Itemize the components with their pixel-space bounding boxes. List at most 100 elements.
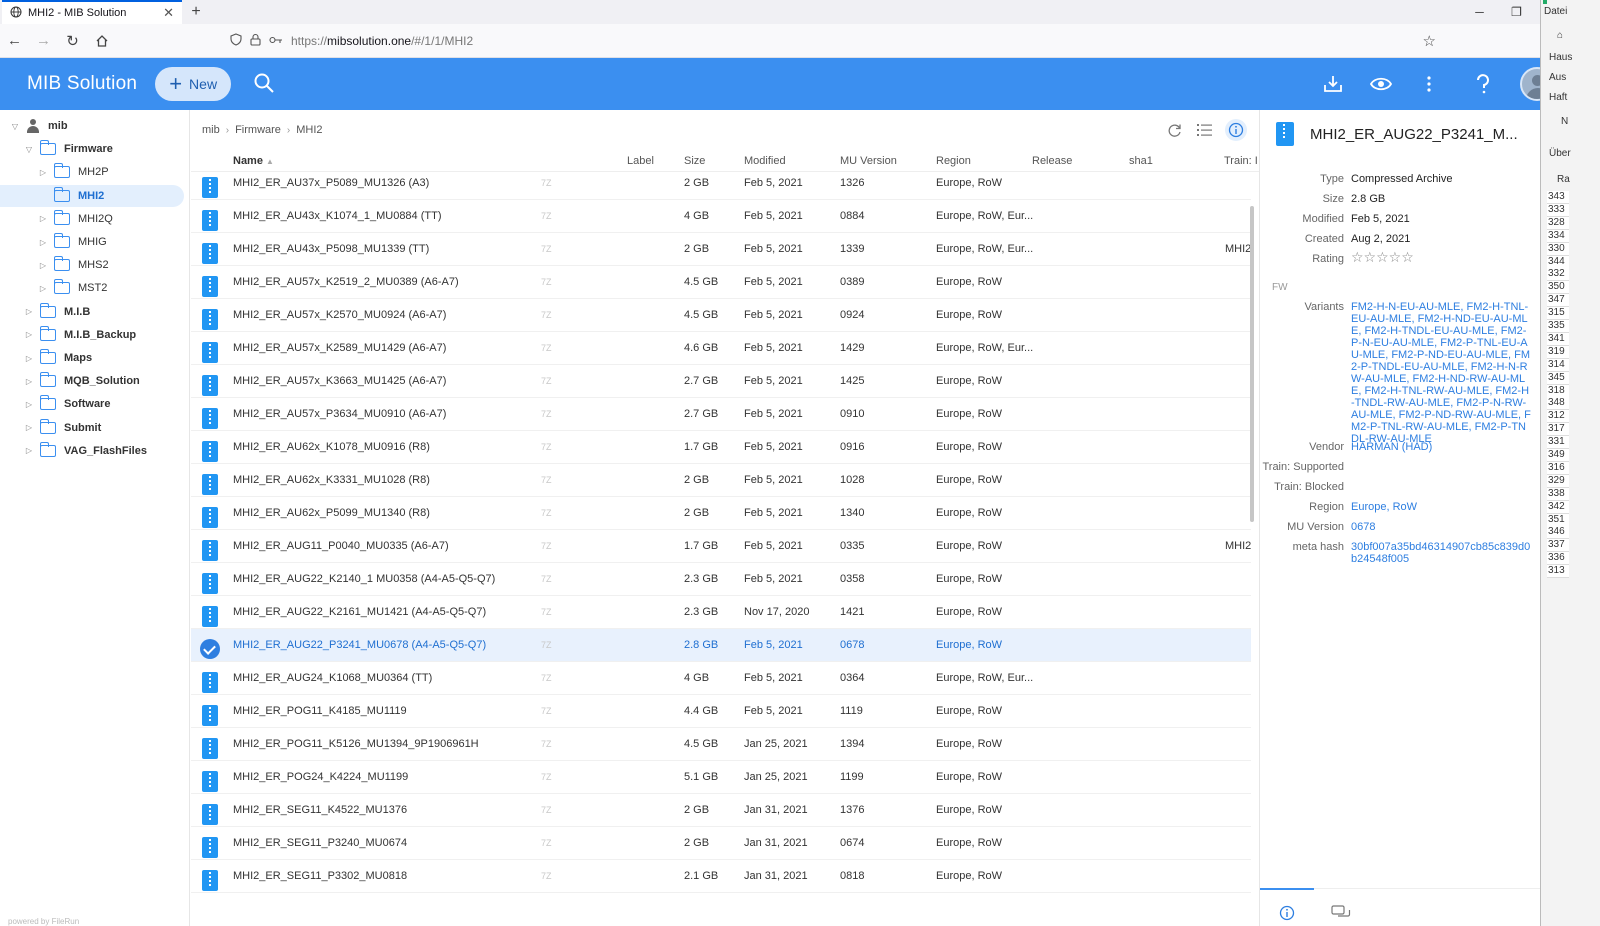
archive-file-icon[interactable] (202, 573, 218, 594)
tree-item[interactable]: ▷ M.I.B_Backup (0, 324, 184, 346)
tree-item[interactable]: ▷ MHS2 (0, 254, 184, 276)
column-modified[interactable]: Modified (744, 155, 786, 167)
tree-item[interactable]: ▷ MST2 (0, 277, 184, 299)
archive-file-icon[interactable] (202, 771, 218, 792)
expanded-arrow-icon[interactable]: ▽ (10, 122, 20, 131)
column-sha1[interactable]: sha1 (1129, 155, 1153, 167)
archive-file-icon[interactable] (202, 276, 218, 297)
column-release[interactable]: Release (1032, 155, 1072, 167)
column-name[interactable]: Name ▲ (233, 155, 274, 167)
archive-file-icon[interactable] (202, 837, 218, 858)
table-row[interactable]: MHI2_ER_AU43x_K1074_1_MU0884 (TT) 7Z 4 GB F… (191, 200, 1251, 233)
tree-item[interactable]: ▷ MH2P (0, 161, 184, 183)
archive-file-icon[interactable] (202, 408, 218, 429)
breadcrumb-item[interactable]: mib (202, 124, 220, 136)
collapsed-arrow-icon[interactable]: ▷ (24, 377, 34, 386)
eye-icon[interactable] (1370, 73, 1392, 95)
archive-file-icon[interactable] (202, 672, 218, 693)
archive-file-icon[interactable] (202, 342, 218, 363)
collapsed-arrow-icon[interactable]: ▷ (24, 330, 34, 339)
home-icon[interactable] (87, 27, 116, 55)
tree-item[interactable]: MHI2 (0, 184, 184, 207)
download-icon[interactable] (1322, 73, 1344, 95)
table-row[interactable]: MHI2_ER_POG11_K4185_MU1119 7Z 4.4 GB Feb 5,… (191, 695, 1251, 728)
table-row[interactable]: MHI2_ER_AU62x_K1078_MU0916 (R8) 7Z 1.7 GB F… (191, 431, 1251, 464)
column-mu-version[interactable]: MU Version (840, 155, 897, 167)
table-row[interactable]: MHI2_ER_POG11_K5126_MU1394_9P1906961H 7Z 4… (191, 728, 1251, 761)
address-bar[interactable]: https://mibsolution.one/#/1/1/MHI2 ☆ (226, 28, 1442, 54)
archive-file-icon[interactable] (202, 441, 218, 462)
archive-file-icon[interactable] (202, 870, 218, 891)
forward-icon[interactable]: → (29, 27, 58, 55)
collapsed-arrow-icon[interactable]: ▷ (38, 238, 48, 247)
table-row[interactable]: MHI2_ER_AU43x_P5098_MU1339 (TT) 7Z 2 GB Feb… (191, 233, 1251, 266)
archive-file-icon[interactable] (202, 474, 218, 495)
column-size[interactable]: Size (684, 155, 705, 167)
archive-file-icon[interactable] (202, 507, 218, 528)
collapsed-arrow-icon[interactable]: ▷ (24, 423, 34, 432)
tree-item[interactable]: ▷ Submit (0, 417, 184, 439)
collapsed-arrow-icon[interactable]: ▷ (38, 214, 48, 223)
collapsed-arrow-icon[interactable]: ▷ (24, 354, 34, 363)
detail-prop-value[interactable]: Europe, RoW (1351, 501, 1531, 513)
table-row[interactable]: MHI2_ER_AU62x_K3331_MU1028 (R8) 7Z 2 GB Feb… (191, 464, 1251, 497)
bookmark-star-icon[interactable]: ☆ (1423, 32, 1436, 50)
tree-item[interactable]: ▷ M.I.B (0, 301, 184, 323)
tree-item[interactable]: ▽ Firmware (0, 138, 184, 160)
table-row[interactable]: MHI2_ER_AU57x_K2519_2_MU0389 (A6-A7) 7Z 4.… (191, 266, 1251, 299)
tree-item[interactable]: ▷ VAG_FlashFiles (0, 440, 184, 462)
collapsed-arrow-icon[interactable]: ▷ (24, 400, 34, 409)
comments-tab[interactable] (1314, 888, 1368, 926)
detail-prop-value[interactable]: 0678 (1351, 521, 1531, 533)
table-row[interactable]: MHI2_ER_SEG11_K4522_MU1376 7Z 2 GB Jan 31, … (191, 794, 1251, 827)
collapsed-arrow-icon[interactable]: ▷ (38, 261, 48, 270)
new-tab-icon[interactable]: + (182, 0, 210, 24)
list-view-icon[interactable] (1195, 121, 1213, 139)
detail-prop-value[interactable]: FM2-H-N-EU-AU-MLE, FM2-H-TNL-EU-AU-MLE, … (1351, 301, 1531, 445)
edge-home-icon[interactable]: ⌂ (1557, 30, 1563, 41)
table-row[interactable]: MHI2_ER_AUG11_P0040_MU0335 (A6-A7) 7Z 1.7 … (191, 530, 1251, 563)
help-icon[interactable] (1472, 73, 1494, 95)
table-row[interactable]: MHI2_ER_AUG22_P3241_MU0678 (A4-A5-Q5-Q7)… (191, 629, 1251, 662)
table-row[interactable]: MHI2_ER_POG24_K4224_MU1199 7Z 5.1 GB Jan 25… (191, 761, 1251, 794)
restore-icon[interactable]: ❐ (1498, 0, 1535, 24)
column-region[interactable]: Region (936, 155, 971, 167)
search-icon[interactable] (253, 72, 277, 96)
archive-file-icon[interactable] (202, 375, 218, 396)
table-row[interactable]: MHI2_ER_AU57x_K3663_MU1425 (A6-A7) 7Z 2.7 … (191, 365, 1251, 398)
tree-item[interactable]: ▽ mib (0, 115, 184, 137)
collapsed-arrow-icon[interactable]: ▷ (38, 168, 48, 177)
info-icon[interactable] (1225, 119, 1247, 141)
list-scrollbar[interactable] (1250, 206, 1254, 522)
archive-file-icon[interactable] (202, 804, 218, 825)
tab-close-icon[interactable]: ✕ (163, 5, 174, 21)
table-row[interactable]: MHI2_ER_AUG22_K2140_1 MU0358 (A4-A5-Q5-Q… (191, 563, 1251, 596)
tree-item[interactable]: ▷ Maps (0, 347, 184, 369)
expanded-arrow-icon[interactable]: ▽ (24, 145, 34, 154)
collapsed-arrow-icon[interactable]: ▷ (38, 284, 48, 293)
app-brand[interactable]: MIB Solution (27, 73, 137, 95)
tree-item[interactable]: ▷ MHI2Q (0, 208, 184, 230)
column-train[interactable]: Train: I (1224, 155, 1258, 167)
table-row[interactable]: MHI2_ER_SEG11_P3240_MU0674 7Z 2 GB Jan 31, … (191, 827, 1251, 860)
detail-prop-value[interactable]: 30bf007a35bd46314907cb85c839d0b24548f005 (1351, 541, 1531, 565)
breadcrumb-item[interactable]: Firmware (235, 124, 281, 136)
table-row[interactable]: MHI2_ER_AU57x_P3634_MU0910 (A6-A7) 7Z 2.7 … (191, 398, 1251, 431)
table-row[interactable]: MHI2_ER_AU37x_P5089_MU1326 (A3) 7Z 2 GB Feb… (191, 167, 1251, 200)
tree-item[interactable]: ▷ MQB_Solution (0, 370, 184, 392)
checkmark-icon[interactable] (200, 639, 220, 659)
table-row[interactable]: MHI2_ER_AU57x_K2589_MU1429 (A6-A7) 7Z 4.6 … (191, 332, 1251, 365)
more-vert-icon[interactable] (1418, 73, 1440, 95)
collapsed-arrow-icon[interactable]: ▷ (24, 446, 34, 455)
tree-item[interactable]: ▷ MHIG (0, 231, 184, 253)
back-icon[interactable]: ← (0, 27, 29, 55)
details-tab[interactable] (1260, 888, 1314, 926)
browser-tab[interactable]: MHI2 - MIB Solution ✕ (2, 0, 182, 24)
new-button[interactable]: + New (155, 67, 232, 101)
table-row[interactable]: MHI2_ER_AU62x_P5099_MU1340 (R8) 7Z 2 GB Feb… (191, 497, 1251, 530)
column-label[interactable]: Label (627, 155, 654, 167)
archive-file-icon[interactable] (202, 705, 218, 726)
archive-file-icon[interactable] (202, 210, 218, 231)
archive-file-icon[interactable] (202, 309, 218, 330)
table-row[interactable]: MHI2_ER_AUG24_K1068_MU0364 (TT) 7Z 4 GB Feb… (191, 662, 1251, 695)
